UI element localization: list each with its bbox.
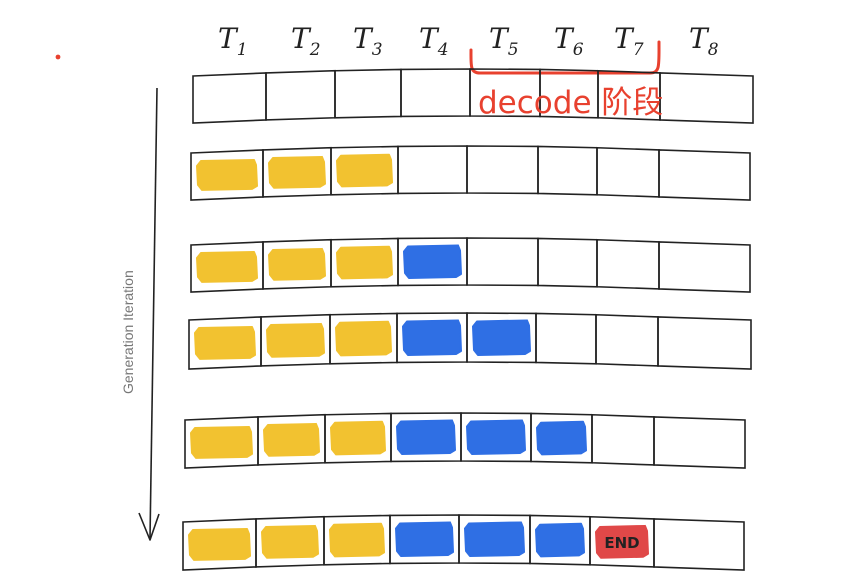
prompt-token-fill bbox=[190, 426, 253, 459]
generated-token-fill bbox=[466, 419, 526, 455]
iteration-arrowhead bbox=[138, 512, 160, 541]
token-cell bbox=[659, 72, 754, 124]
prompt-token-fill bbox=[336, 153, 393, 188]
column-header-subscript: 7 bbox=[633, 40, 644, 60]
generated-token-fill bbox=[536, 420, 587, 456]
column-header-subscript: 4 bbox=[437, 40, 449, 60]
token-cell bbox=[400, 68, 471, 118]
column-header: T3 bbox=[353, 22, 383, 60]
token-cell bbox=[397, 145, 468, 195]
stray-dot bbox=[55, 54, 61, 60]
token-row bbox=[190, 237, 751, 293]
token-cell bbox=[653, 416, 746, 469]
prompt-token-fill bbox=[266, 322, 325, 358]
token-cell bbox=[265, 69, 336, 121]
token-cell bbox=[537, 237, 598, 288]
prompt-token-fill bbox=[263, 422, 320, 457]
column-header-subscript: 3 bbox=[372, 40, 383, 60]
column-header: T6 bbox=[554, 22, 584, 60]
prompt-token-fill bbox=[268, 247, 326, 281]
prompt-token-fill bbox=[268, 155, 326, 189]
prompt-token-fill bbox=[335, 320, 392, 357]
generated-token-fill bbox=[403, 244, 462, 279]
token-row bbox=[188, 312, 752, 370]
generated-token-fill bbox=[535, 522, 585, 558]
token-row: END bbox=[182, 514, 745, 571]
iteration-arrow bbox=[149, 87, 158, 539]
prompt-token-fill bbox=[196, 251, 258, 283]
token-cell bbox=[537, 145, 598, 196]
token-row bbox=[184, 412, 746, 469]
decode-label: decode 阶段 bbox=[478, 85, 663, 121]
generated-token-fill bbox=[464, 521, 525, 557]
token-cell bbox=[334, 68, 402, 119]
prompt-token-fill bbox=[188, 528, 251, 561]
token-cell bbox=[595, 313, 659, 367]
column-header-subscript: 8 bbox=[708, 40, 719, 60]
token-cell bbox=[466, 145, 539, 195]
column-headers: T1 T2 T3 T4 T5 T6 T7 T8 bbox=[218, 22, 719, 60]
column-header: T4 bbox=[419, 22, 449, 60]
column-header: T7 bbox=[614, 22, 644, 60]
column-header: T1 bbox=[218, 22, 248, 60]
token-cell bbox=[535, 312, 597, 365]
column-header: T8 bbox=[689, 22, 719, 60]
prompt-token-fill bbox=[336, 245, 393, 280]
generated-token-fill bbox=[395, 521, 454, 557]
axis-label: Generation Iteration bbox=[120, 270, 136, 394]
token-cell bbox=[591, 413, 655, 466]
token-rows: END bbox=[182, 68, 754, 571]
generated-token-fill bbox=[402, 319, 462, 356]
prompt-token-fill bbox=[329, 522, 385, 558]
generation-iteration-diagram: T1 T2 T3 T4 T5 T6 T7 T8 END decode 阶段 Generatio… bbox=[55, 22, 754, 571]
column-header-subscript: 5 bbox=[508, 40, 519, 60]
token-row bbox=[192, 68, 754, 124]
column-header-subscript: 2 bbox=[309, 40, 321, 60]
token-cell bbox=[653, 518, 745, 571]
token-cell bbox=[658, 149, 751, 201]
prompt-token-fill bbox=[196, 159, 258, 191]
token-cell bbox=[596, 238, 660, 290]
column-header-subscript: 1 bbox=[237, 40, 248, 60]
column-header-subscript: 6 bbox=[573, 40, 584, 60]
prompt-token-fill bbox=[261, 524, 319, 559]
token-cell bbox=[466, 237, 539, 287]
token-cell bbox=[596, 146, 660, 198]
token-cell bbox=[658, 241, 751, 293]
generated-token-fill bbox=[472, 319, 531, 356]
prompt-token-fill bbox=[194, 326, 256, 360]
generated-token-fill bbox=[396, 419, 456, 455]
token-cell bbox=[192, 72, 267, 124]
column-header: T5 bbox=[489, 22, 519, 60]
prompt-token-fill bbox=[330, 420, 386, 456]
token-cell bbox=[657, 316, 752, 370]
token-row bbox=[190, 145, 751, 201]
column-header: T2 bbox=[291, 22, 321, 60]
end-label: END bbox=[604, 534, 639, 552]
